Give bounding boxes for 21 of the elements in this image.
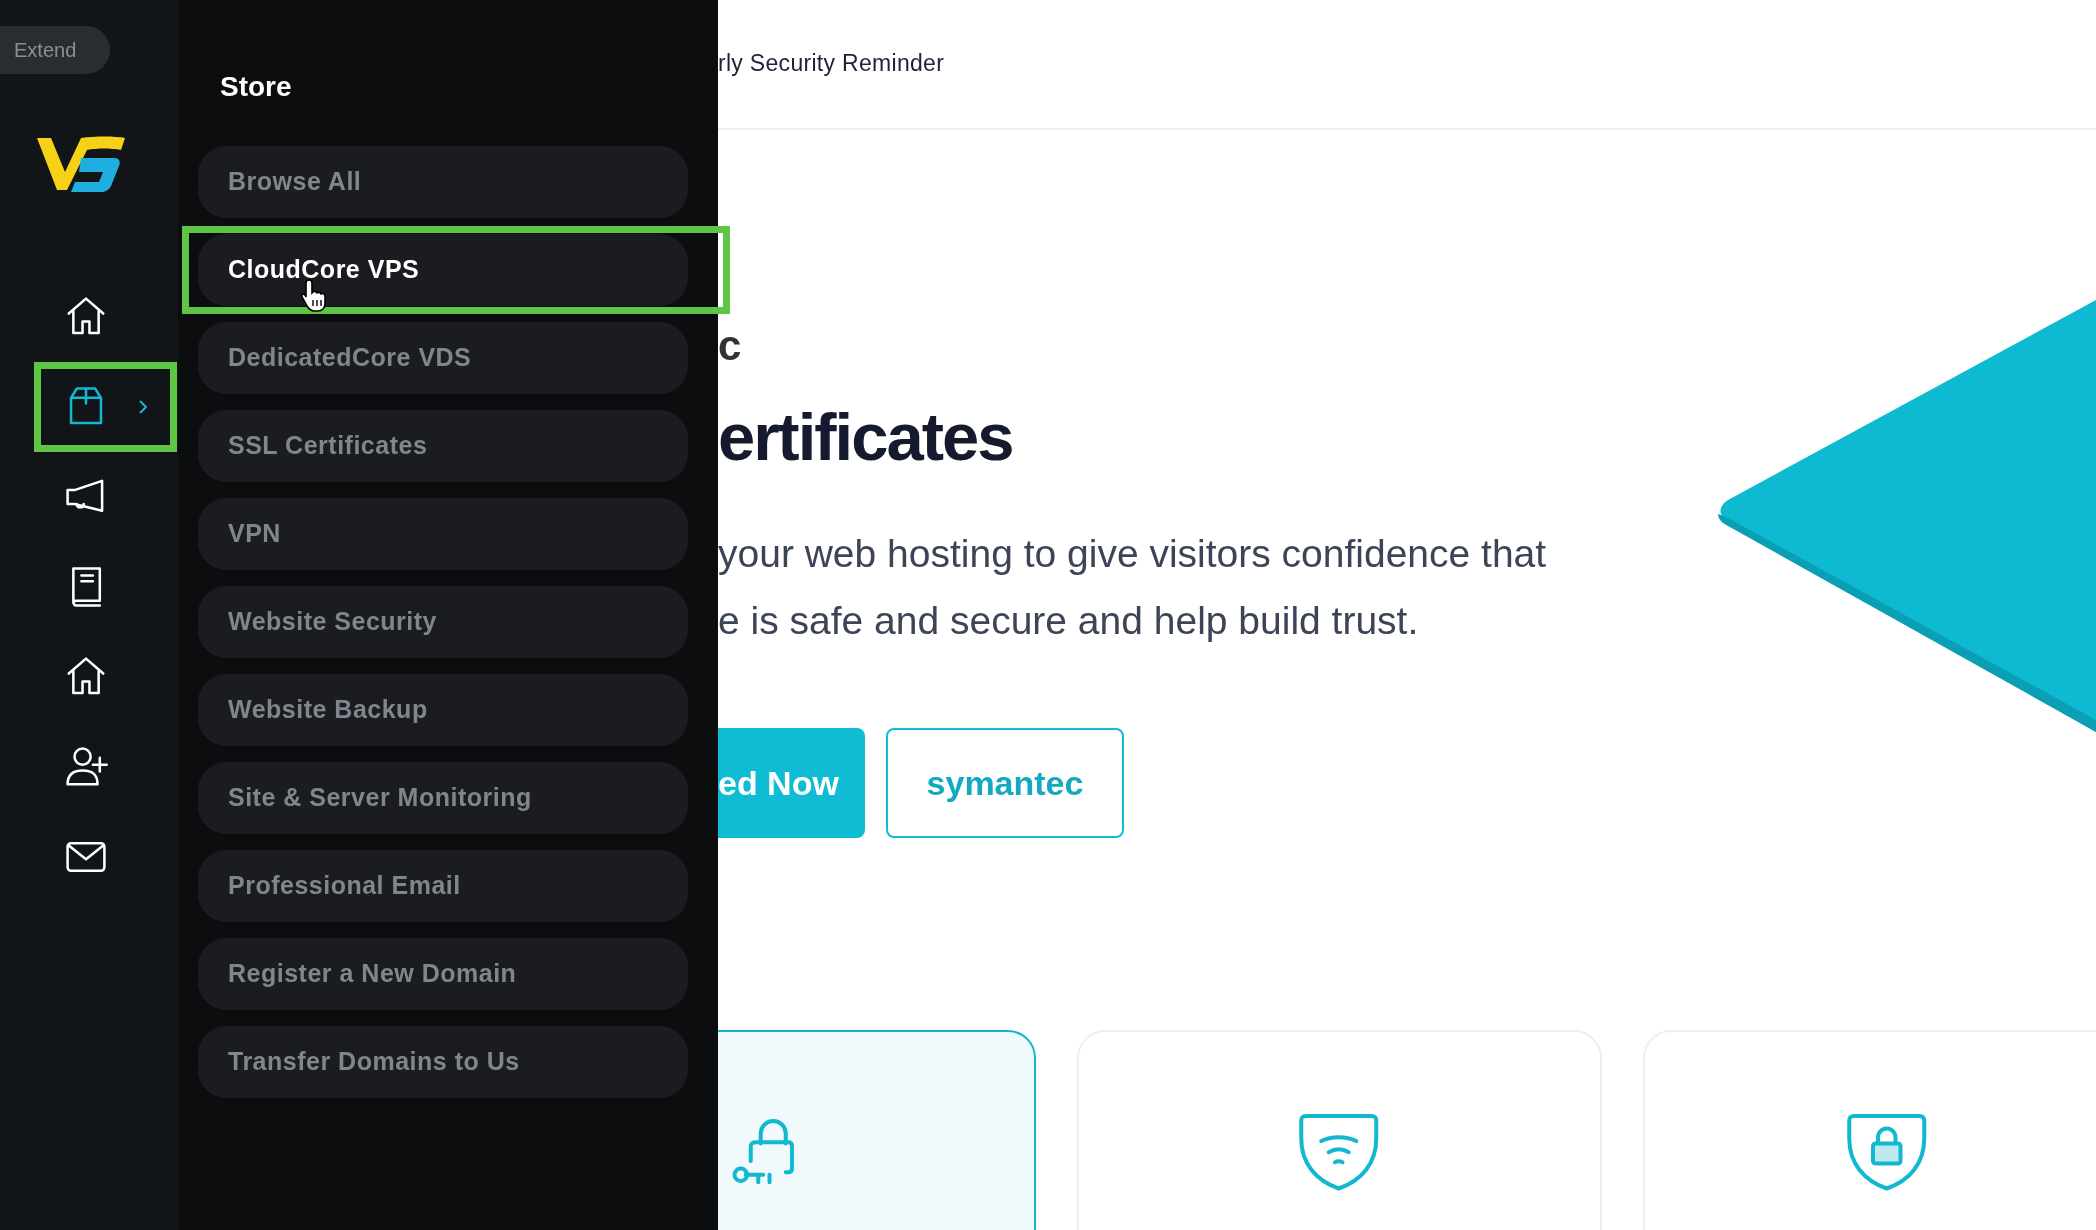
menu-item[interactable]: Register a New Domain	[198, 938, 688, 1010]
menu-item[interactable]: Website Security	[198, 586, 688, 658]
menu-item[interactable]: Website Backup	[198, 674, 688, 746]
extend-button[interactable]: Extend	[0, 26, 111, 74]
menu-item[interactable]: SSL Certificates	[198, 410, 688, 482]
logo-icon	[37, 136, 125, 192]
header-text: rly Security Reminder	[718, 50, 945, 76]
description-text: your web hosting to give visitors confidence that	[718, 531, 1548, 577]
menu-item[interactable]: DedicatedCore VDS	[198, 322, 688, 394]
menu-item[interactable]: Professional Email	[198, 850, 688, 922]
menu-item[interactable]: CloudCore VPS	[198, 234, 688, 306]
menu-title: Store	[220, 70, 292, 104]
menu-item[interactable]: Browse All	[198, 146, 688, 218]
brand-button[interactable]: symantec	[886, 728, 1124, 838]
hero-title: ertificates	[718, 403, 1014, 470]
menu-item[interactable]: Transfer Domains to Us	[198, 1026, 688, 1098]
menu-item[interactable]: Site & Server Monitoring	[198, 762, 688, 834]
logo-text: c	[718, 325, 742, 367]
chevron-right-icon	[138, 399, 148, 415]
description-text: e is safe and secure and help build trust.	[718, 598, 1420, 644]
menu-item[interactable]: VPN	[198, 498, 688, 570]
